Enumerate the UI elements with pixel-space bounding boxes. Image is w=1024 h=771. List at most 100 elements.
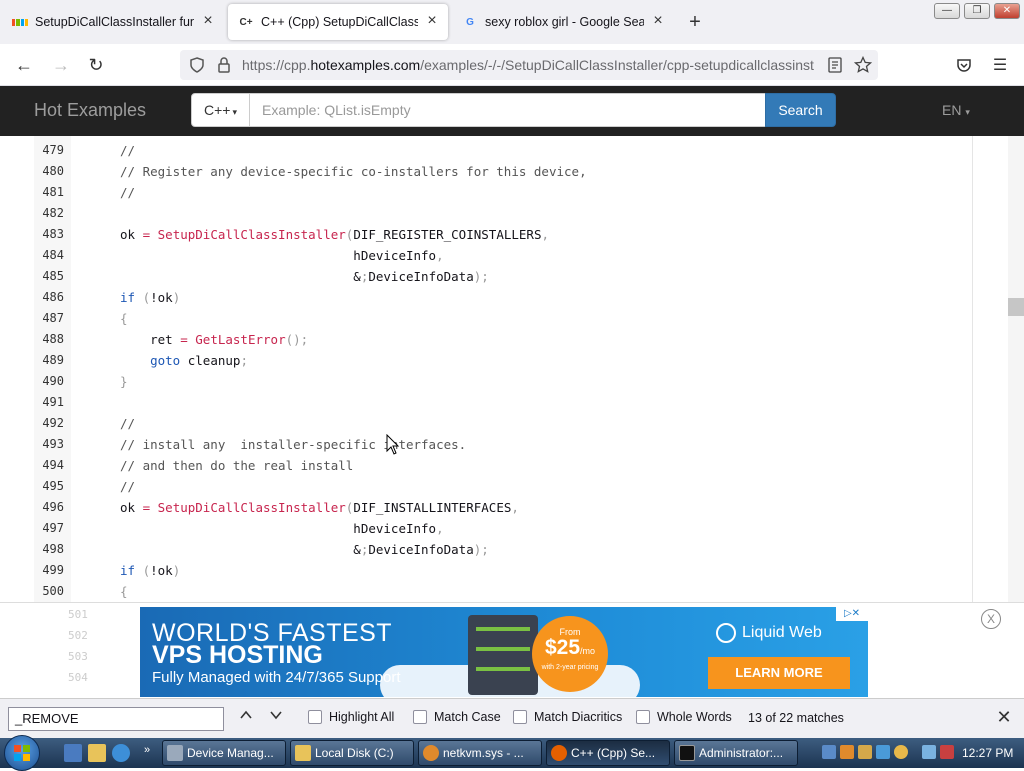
menu-icon[interactable]: ☰: [988, 53, 1012, 77]
firefox-icon: [551, 745, 567, 761]
folder-icon: [295, 745, 311, 761]
network-icon[interactable]: [822, 745, 836, 759]
forward-button[interactable]: →: [49, 53, 73, 77]
liquid-web-ad[interactable]: WORLD'S FASTEST VPS HOSTING Fully Manage…: [140, 607, 868, 697]
reader-view-icon[interactable]: [828, 57, 842, 73]
code-line: 499 if (!ok): [0, 560, 939, 581]
close-tab-icon[interactable]: ×: [200, 13, 216, 30]
lock-icon[interactable]: [217, 57, 231, 73]
url-text[interactable]: https://cpp.hotexamples.com/examples/-/-…: [242, 57, 814, 73]
code-text: ok = SetupDiCallClassInstaller(DIF_REGIS…: [120, 227, 550, 242]
app-tray-icon[interactable]: [858, 745, 872, 759]
code-line: 497 hDeviceInfo,: [0, 518, 939, 539]
tab-setupdi-docs[interactable]: SetupDiCallClassInstaller functio ×: [2, 4, 224, 40]
line-number: 490: [42, 374, 64, 388]
highlight-all-checkbox[interactable]: Highlight All: [308, 710, 394, 724]
match-count: 13 of 22 matches: [748, 711, 844, 725]
line-number: 500: [42, 584, 64, 598]
code-line: 494 // and then do the real install: [0, 455, 939, 476]
match-diacritics-checkbox[interactable]: Match Diacritics: [513, 710, 622, 724]
chevron-down-icon: [270, 711, 282, 720]
language-select[interactable]: C++ ▾: [191, 93, 250, 127]
faded-code: 501 502 503 504: [68, 608, 88, 684]
close-tab-icon[interactable]: ×: [424, 13, 440, 30]
line-number: 498: [42, 542, 64, 556]
command-prompt-icon: [679, 745, 695, 761]
tab-google-search[interactable]: G sexy roblox girl - Google Search ×: [452, 4, 674, 40]
tab-hotexamples[interactable]: C+ C++ (Cpp) SetupDiCallClassInst ×: [228, 4, 448, 40]
match-case-checkbox[interactable]: Match Case: [413, 710, 501, 724]
code-text: hDeviceInfo,: [120, 521, 444, 536]
maximize-button[interactable]: ❐: [964, 3, 990, 19]
reload-button[interactable]: ↻: [84, 53, 108, 77]
close-window-button[interactable]: ✕: [994, 3, 1020, 19]
line-number: 488: [42, 332, 64, 346]
device-manager-icon: [167, 745, 183, 761]
code-text: &;DeviceInfoData);: [120, 542, 489, 557]
explorer-icon[interactable]: [88, 744, 106, 762]
taskbar-firefox[interactable]: C++ (Cpp) Se...: [546, 740, 670, 766]
quick-launch-overflow-icon[interactable]: »: [144, 744, 150, 756]
bookmark-star-icon[interactable]: [854, 56, 872, 74]
site-header: Hot Examples C++ ▾ Example: QList.isEmpty…: [0, 86, 1024, 136]
taskbar-clock[interactable]: 12:27 PM: [962, 746, 1013, 760]
close-tab-icon[interactable]: ×: [650, 13, 666, 30]
code-line: 484 hDeviceInfo,: [0, 245, 939, 266]
address-bar[interactable]: https://cpp.hotexamples.com/examples/-/-…: [180, 50, 878, 80]
find-previous-button[interactable]: [236, 708, 256, 728]
ad-headline-2: VPS HOSTING: [152, 641, 323, 669]
taskbar-netkvm-search[interactable]: netkvm.sys - ...: [418, 740, 542, 766]
server-graphic: [468, 615, 538, 695]
volume-muted-icon[interactable]: [940, 745, 954, 759]
line-number: 491: [42, 395, 64, 409]
display-tray-icon[interactable]: [922, 745, 936, 759]
search-tray-icon[interactable]: [894, 745, 908, 759]
taskbar-local-disk[interactable]: Local Disk (C:): [290, 740, 414, 766]
search-input[interactable]: Example: QList.isEmpty: [250, 93, 766, 127]
learn-more-button[interactable]: LEARN MORE: [708, 657, 850, 689]
code-line: 482: [0, 203, 939, 224]
code-text: hDeviceInfo,: [120, 248, 444, 263]
ad-close-button[interactable]: X: [981, 609, 1001, 629]
find-input[interactable]: _REMOVE: [8, 707, 224, 731]
code-line: 487 {: [0, 308, 939, 329]
site-brand[interactable]: Hot Examples: [34, 100, 146, 121]
code-line: 498 &;DeviceInfoData);: [0, 539, 939, 560]
taskbar-device-manager[interactable]: Device Manag...: [162, 740, 286, 766]
pocket-icon[interactable]: [956, 57, 972, 73]
app-tray-icon[interactable]: [876, 745, 890, 759]
locale-menu[interactable]: EN ▾: [942, 102, 970, 118]
line-number: 485: [42, 269, 64, 283]
adchoices-icon[interactable]: ▷✕: [836, 607, 868, 621]
scrollbar-thumb[interactable]: [1008, 298, 1024, 316]
find-next-button[interactable]: [266, 708, 286, 728]
app-tray-icon[interactable]: [840, 745, 854, 759]
line-number: 499: [42, 563, 64, 577]
price-badge: From $25/mo with 2-year pricing: [532, 616, 608, 692]
whole-words-checkbox[interactable]: Whole Words: [636, 710, 732, 724]
internet-explorer-icon[interactable]: [112, 744, 130, 762]
start-button[interactable]: [4, 735, 40, 771]
microsoft-logo-icon: [12, 14, 28, 30]
code-line: 486 if (!ok): [0, 287, 939, 308]
line-number: 481: [42, 185, 64, 199]
line-number: 492: [42, 416, 64, 430]
code-line: 479 //: [0, 140, 939, 161]
line-number: 496: [42, 500, 64, 514]
navigation-toolbar: ← → ↻ https://cpp.hotexamples.com/exampl…: [0, 44, 1024, 86]
cpp-logo-icon: C+: [239, 16, 253, 28]
minimize-button[interactable]: —: [934, 3, 960, 19]
line-number: 479: [42, 143, 64, 157]
new-tab-button[interactable]: +: [684, 12, 706, 34]
tracking-protection-icon[interactable]: [189, 57, 205, 73]
chevron-up-icon: [240, 710, 252, 719]
tab-title: sexy roblox girl - Google Search: [485, 15, 644, 29]
back-button[interactable]: ←: [12, 53, 36, 77]
code-viewer: 479 // 480 // Register any device-specific …: [0, 136, 1008, 602]
show-desktop-icon[interactable]: [64, 744, 82, 762]
taskbar-cmd[interactable]: Administrator:...: [674, 740, 798, 766]
search-button[interactable]: Search: [765, 93, 836, 127]
code-line: 495 //: [0, 476, 939, 497]
code-text: &;DeviceInfoData);: [120, 269, 489, 284]
close-find-bar-button[interactable]: ✕: [994, 707, 1014, 727]
